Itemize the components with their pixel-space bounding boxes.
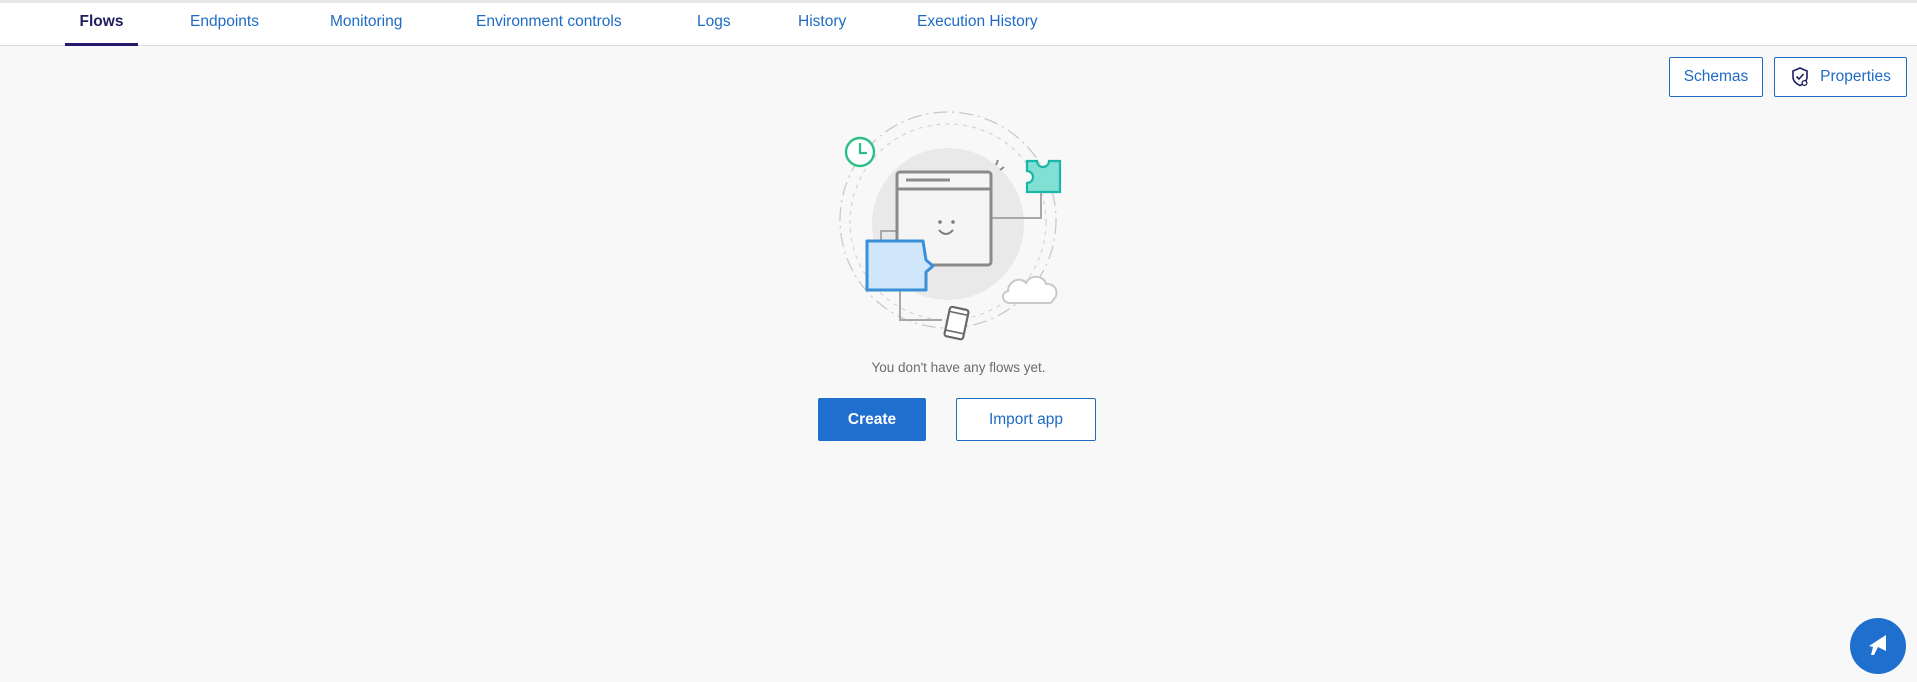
tab-monitoring[interactable]: Monitoring bbox=[330, 3, 402, 46]
tab-flows[interactable]: Flows bbox=[65, 3, 138, 46]
create-button-label: Create bbox=[847, 410, 897, 428]
properties-button[interactable]: Properties bbox=[1774, 57, 1907, 97]
feedback-fab-button[interactable] bbox=[1850, 618, 1906, 674]
megaphone-icon bbox=[1863, 629, 1893, 664]
import-app-button-label: Import app bbox=[988, 410, 1064, 428]
tab-endpoints[interactable]: Endpoints bbox=[190, 3, 259, 46]
flows-empty-illustration bbox=[838, 110, 1078, 346]
tab-history[interactable]: History bbox=[798, 3, 846, 46]
import-app-button[interactable]: Import app bbox=[956, 398, 1096, 441]
tab-logs[interactable]: Logs bbox=[697, 3, 731, 46]
tab-bar: Flows Endpoints Monitoring Environment c… bbox=[0, 0, 1917, 46]
empty-state-message: You don't have any flows yet. bbox=[871, 360, 1046, 375]
tab-execution-history[interactable]: Execution History bbox=[917, 3, 1038, 46]
properties-button-label: Properties bbox=[1820, 68, 1891, 85]
schemas-button[interactable]: Schemas bbox=[1669, 57, 1763, 97]
shield-check-icon bbox=[1790, 66, 1810, 88]
create-button[interactable]: Create bbox=[818, 398, 926, 441]
tab-environment-controls[interactable]: Environment controls bbox=[476, 3, 622, 46]
schemas-button-label: Schemas bbox=[1683, 68, 1749, 85]
